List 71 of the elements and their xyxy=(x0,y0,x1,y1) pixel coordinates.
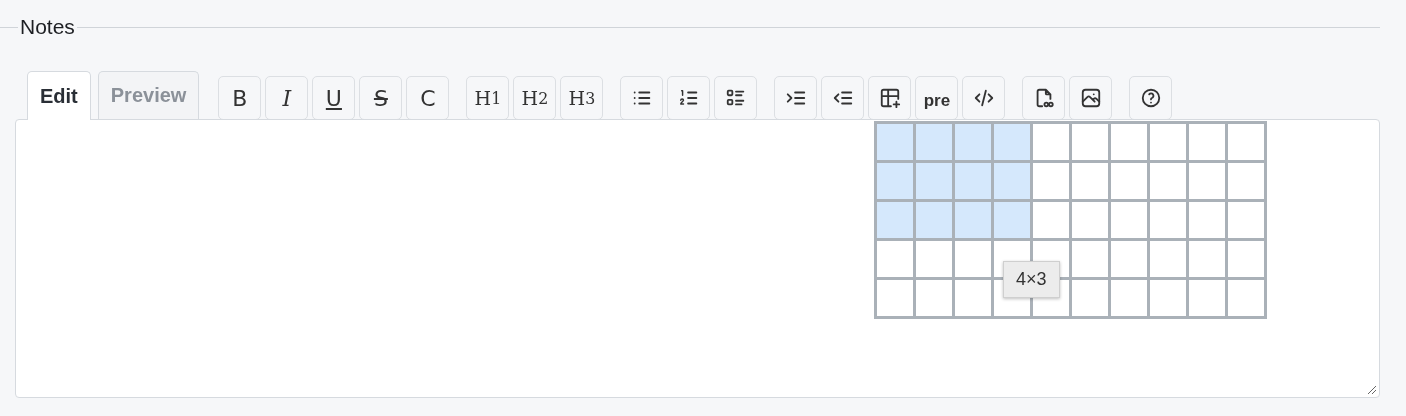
grid-cell[interactable] xyxy=(955,163,991,199)
grid-cell[interactable] xyxy=(1072,202,1108,238)
image-button[interactable] xyxy=(1069,76,1113,120)
grid-cell[interactable] xyxy=(1033,202,1069,238)
indent-button[interactable] xyxy=(774,76,818,120)
format-button[interactable]: C xyxy=(406,76,450,120)
table-insert-icon xyxy=(878,87,901,109)
grid-cell[interactable] xyxy=(877,124,913,160)
grid-cell[interactable] xyxy=(1228,124,1264,160)
bold-button[interactable]: B xyxy=(218,76,262,120)
editor-tab[interactable]: Edit xyxy=(27,71,91,120)
grid-cell[interactable] xyxy=(1111,202,1147,238)
grid-cell[interactable] xyxy=(877,280,913,316)
grid-cell[interactable] xyxy=(1111,241,1147,277)
code-button[interactable] xyxy=(962,76,1006,120)
grid-cell[interactable] xyxy=(1189,280,1225,316)
grid-cell[interactable] xyxy=(1189,241,1225,277)
preformatted-button[interactable]: pre xyxy=(915,76,959,120)
grid-cell[interactable] xyxy=(1033,124,1069,160)
section-legend: Notes xyxy=(18,15,77,39)
grid-cell[interactable] xyxy=(994,163,1030,199)
grid-cell[interactable] xyxy=(1150,202,1186,238)
table-insert-button[interactable] xyxy=(868,76,912,120)
grid-cell[interactable] xyxy=(1072,163,1108,199)
image-icon xyxy=(1079,87,1102,109)
grid-cell[interactable] xyxy=(1072,241,1108,277)
grid-cell[interactable] xyxy=(1228,280,1264,316)
grid-cell[interactable] xyxy=(1189,163,1225,199)
grid-cell[interactable] xyxy=(955,241,991,277)
grid-cell[interactable] xyxy=(1111,163,1147,199)
help-icon xyxy=(1139,87,1162,109)
grid-cell[interactable] xyxy=(1228,241,1264,277)
grid-cell[interactable] xyxy=(1033,163,1069,199)
grid-cell[interactable] xyxy=(1111,124,1147,160)
resize-handle-icon[interactable] xyxy=(1365,383,1377,395)
grid-cell[interactable] xyxy=(994,124,1030,160)
code-icon xyxy=(972,87,995,109)
help-button[interactable] xyxy=(1129,76,1173,120)
grid-cell[interactable] xyxy=(877,241,913,277)
grid-cell[interactable] xyxy=(1228,202,1264,238)
bulleted-list-button[interactable] xyxy=(620,76,664,120)
grid-cell[interactable] xyxy=(994,202,1030,238)
grid-cell[interactable] xyxy=(877,163,913,199)
italic-button[interactable]: I xyxy=(265,76,309,120)
grid-cell[interactable] xyxy=(916,124,952,160)
grid-cell[interactable] xyxy=(877,202,913,238)
grid-cell[interactable] xyxy=(955,124,991,160)
file-link-button[interactable] xyxy=(1022,76,1066,120)
grid-cell[interactable] xyxy=(1228,163,1264,199)
strikethrough-button[interactable]: S xyxy=(359,76,403,120)
grid-cell[interactable] xyxy=(916,202,952,238)
numbered-list-button[interactable] xyxy=(667,76,711,120)
grid-cell[interactable] xyxy=(1072,124,1108,160)
grid-cell[interactable] xyxy=(1150,241,1186,277)
underline-button[interactable]: U xyxy=(312,76,356,120)
grid-cell[interactable] xyxy=(1150,124,1186,160)
grid-cell[interactable] xyxy=(955,202,991,238)
grid-cell[interactable] xyxy=(1150,163,1186,199)
editor-field[interactable]: 4×3 xyxy=(15,119,1380,398)
grid-cell[interactable] xyxy=(1150,280,1186,316)
checklist-button[interactable] xyxy=(714,76,758,120)
grid-cell[interactable] xyxy=(916,280,952,316)
grid-cell[interactable] xyxy=(916,241,952,277)
size-tooltip: 4×3 xyxy=(1003,261,1060,298)
grid-cell[interactable] xyxy=(1072,280,1108,316)
grid-cell[interactable] xyxy=(916,163,952,199)
grid-cell[interactable] xyxy=(1189,202,1225,238)
grid-cell[interactable] xyxy=(1189,124,1225,160)
outdent-button[interactable] xyxy=(821,76,865,120)
grid-cell[interactable] xyxy=(1111,280,1147,316)
grid-cell[interactable] xyxy=(955,280,991,316)
